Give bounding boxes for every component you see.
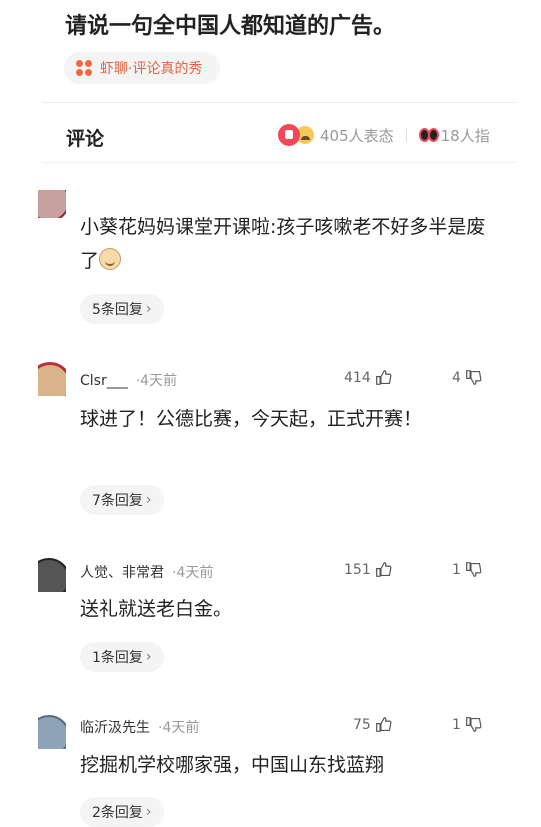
avatar[interactable] xyxy=(38,715,66,749)
author-name[interactable]: 人觉、非常君 xyxy=(80,565,164,581)
avatar[interactable] xyxy=(38,362,66,396)
second-count: 18人指 xyxy=(440,126,490,145)
dislike-button[interactable]: 4 xyxy=(452,369,482,386)
comment-text: 小葵花妈妈课堂开课啦:孩子咳嗽老不好多半是废了 xyxy=(80,216,486,272)
chevron-right-icon: › xyxy=(145,492,152,508)
chevron-right-icon: › xyxy=(145,804,152,820)
topic-tag[interactable]: 虾聊·评论真的秀 xyxy=(64,52,221,84)
comment-meta: 临沂汲先生 ·4天前 xyxy=(80,717,199,737)
comments-heading: 评论 xyxy=(66,128,105,150)
avatar[interactable] xyxy=(38,190,66,218)
reactions-count: 405人表态 xyxy=(320,126,394,145)
like-button[interactable]: 151 xyxy=(344,561,392,578)
question-title: 请说一句全中国人都知道的广告。 xyxy=(65,14,396,39)
replies-button[interactable]: 7条回复 › xyxy=(80,485,164,515)
divider xyxy=(42,162,516,163)
dislike-count: 1 xyxy=(452,716,461,733)
author-name[interactable]: Clsr___ xyxy=(80,373,128,389)
comment-meta: 人觉、非常君 ·4天前 xyxy=(80,562,213,582)
thumbs-up-icon xyxy=(375,717,392,732)
replies-button[interactable]: 1条回复 › xyxy=(80,642,164,672)
thumbs-down-icon xyxy=(466,370,482,385)
comment-time: ·4天前 xyxy=(172,565,214,581)
like-emoji-icon xyxy=(278,124,300,146)
chevron-right-icon: › xyxy=(145,649,152,665)
topic-tag-label: 虾聊·评论真的秀 xyxy=(100,61,203,77)
dislike-button[interactable]: 1 xyxy=(452,716,482,733)
smiley-emoji-icon xyxy=(99,248,122,270)
comment-text: 送礼就送老白金。 xyxy=(80,598,233,620)
topic-dots-icon xyxy=(76,60,92,76)
like-count: 75 xyxy=(353,716,371,733)
eyes-emoji-icon xyxy=(418,128,439,142)
thumbs-down-icon xyxy=(466,717,482,732)
like-button[interactable]: 75 xyxy=(353,716,392,733)
thumbs-down-icon xyxy=(466,562,482,577)
chevron-right-icon: › xyxy=(145,301,152,317)
dislike-button[interactable]: 1 xyxy=(452,561,482,578)
comment-text: 挖掘机学校哪家强，中国山东找蓝翔 xyxy=(80,754,385,776)
author-name[interactable]: 临沂汲先生 xyxy=(80,720,150,736)
like-count: 151 xyxy=(344,561,371,578)
comment-time: ·4天前 xyxy=(135,373,178,389)
dislike-count: 4 xyxy=(452,369,461,386)
like-button[interactable]: 414 xyxy=(344,369,392,386)
comment-text: 球进了！公德比赛，今天起，正式开赛！ xyxy=(80,408,423,430)
thumbs-up-icon xyxy=(375,562,392,577)
replies-button[interactable]: 5条回复 › xyxy=(80,294,164,324)
dislike-count: 1 xyxy=(452,561,461,578)
reactions-bar[interactable]: 405人表态 18人指 xyxy=(278,124,490,146)
replies-button[interactable]: 2条回复 › xyxy=(80,797,164,827)
thumbs-up-icon xyxy=(375,370,392,385)
divider xyxy=(42,102,516,103)
like-count: 414 xyxy=(344,369,371,386)
comment-time: ·4天前 xyxy=(158,720,200,736)
avatar[interactable] xyxy=(38,558,66,592)
comment-meta: Clsr___ ·4天前 xyxy=(80,370,177,390)
separator xyxy=(405,128,407,142)
